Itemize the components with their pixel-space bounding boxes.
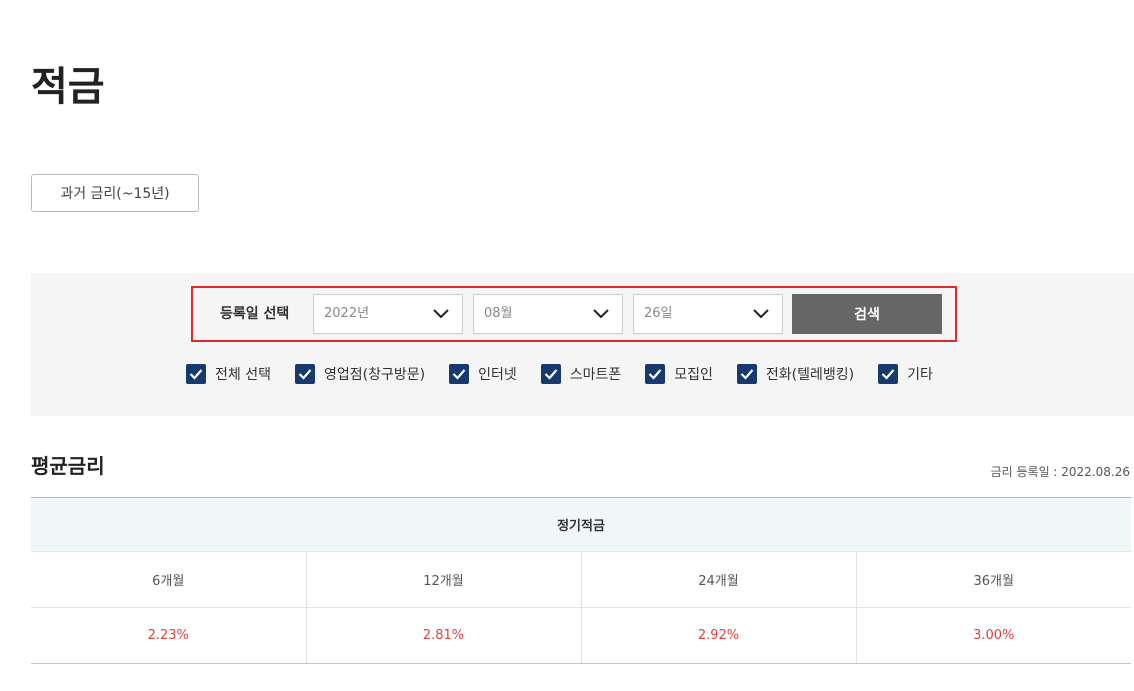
checkbox-branch[interactable]: 영업점(창구방문) — [294, 364, 426, 384]
term-cell: 12개월 — [305, 551, 581, 608]
checkbox-label: 스마트폰 — [569, 367, 622, 383]
checkbox-checked-icon — [645, 364, 666, 384]
month-select-value: 08월 — [484, 306, 513, 321]
checkbox-smartphone[interactable]: 스마트폰 — [540, 364, 622, 384]
checkbox-checked-icon — [186, 364, 206, 384]
day-select[interactable]: 26일 — [633, 294, 783, 334]
checkbox-select-all[interactable]: 전체 선택 — [186, 364, 271, 384]
average-rate-title: 평균금리 — [31, 454, 105, 478]
past-rates-button[interactable]: 과거 금리(~15년) — [31, 174, 199, 212]
checkbox-checked-icon — [736, 364, 757, 384]
page-title: 적금 — [31, 64, 105, 110]
rate-cell: 3.00% — [855, 607, 1131, 664]
month-select[interactable]: 08월 — [473, 294, 623, 334]
checkbox-label: 인터넷 — [478, 367, 517, 383]
checkbox-telebanking[interactable]: 전화(텔레뱅킹) — [736, 364, 855, 384]
chevron-down-icon — [593, 309, 609, 319]
chevron-down-icon — [433, 309, 449, 319]
term-cell: 6개월 — [31, 551, 306, 608]
rate-cell: 2.23% — [31, 607, 306, 664]
rate-row: 2.23% 2.81% 2.92% 3.00% — [31, 607, 1131, 664]
year-select-value: 2022년 — [324, 306, 370, 321]
term-cell: 36개월 — [855, 551, 1131, 608]
checkbox-internet[interactable]: 인터넷 — [449, 364, 517, 384]
rate-cell: 2.81% — [305, 607, 581, 664]
average-rate-table: 정기적금 6개월 12개월 24개월 36개월 2.23% 2.81% 2.92… — [31, 497, 1131, 664]
checkbox-label: 영업점(창구방문) — [323, 367, 426, 383]
channel-checkbox-group: 전체 선택 영업점(창구방문) 인터넷 스마트폰 모집인 전화(텔레뱅킹) 기타 — [186, 362, 957, 386]
term-cell: 24개월 — [580, 551, 856, 608]
checkbox-label: 전화(텔레뱅킹) — [765, 367, 855, 383]
search-panel: 등록일 선택 2022년 08월 26일 검색 전체 선택 영업점(창구방문) … — [31, 273, 1134, 416]
checkbox-label: 모집인 — [674, 367, 713, 383]
checkbox-checked-icon — [540, 364, 561, 384]
registration-date-label: 등록일 선택 — [220, 306, 290, 322]
checkbox-checked-icon — [449, 364, 470, 384]
checkbox-checked-icon — [878, 364, 899, 384]
checkbox-other[interactable]: 기타 — [878, 364, 933, 384]
rate-registration-date: 금리 등록일 : 2022.08.26 — [990, 465, 1130, 479]
checkbox-checked-icon — [294, 364, 315, 384]
chevron-down-icon — [753, 309, 769, 319]
checkbox-recruiter[interactable]: 모집인 — [645, 364, 713, 384]
date-search-box: 등록일 선택 2022년 08월 26일 검색 — [191, 286, 957, 342]
product-header: 정기적금 — [31, 497, 1131, 552]
rate-cell: 2.92% — [580, 607, 856, 664]
checkbox-label: 기타 — [907, 367, 933, 383]
checkbox-label: 전체 선택 — [215, 367, 271, 383]
day-select-value: 26일 — [644, 306, 673, 321]
search-button[interactable]: 검색 — [792, 294, 942, 334]
year-select[interactable]: 2022년 — [313, 294, 463, 334]
term-row: 6개월 12개월 24개월 36개월 — [31, 551, 1131, 608]
